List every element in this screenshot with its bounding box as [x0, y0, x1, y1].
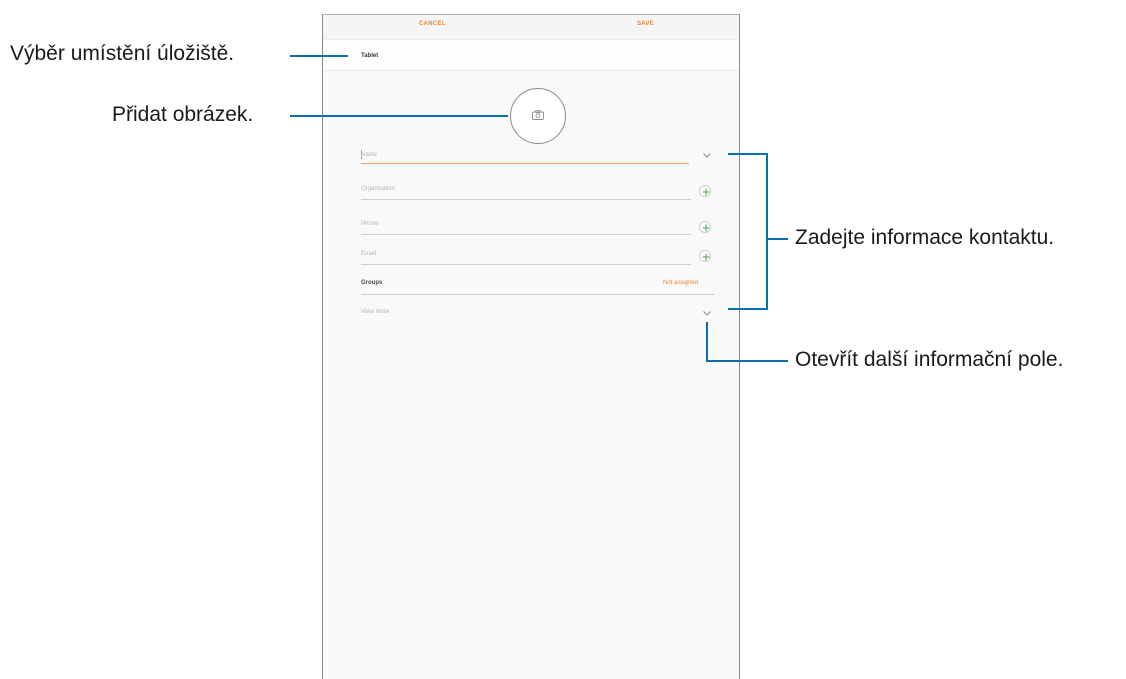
email-field[interactable]: Email [361, 251, 376, 257]
manual-figure: CANCEL SAVE Tablet Name Organisation Pho… [0, 0, 1126, 679]
cancel-button[interactable]: CANCEL [419, 21, 446, 27]
callout-more-vertical [706, 322, 708, 362]
phone-field-underline [361, 234, 691, 235]
callout-add-picture: Přidat obrázek. [112, 103, 254, 126]
callout-bracket-bottom [728, 308, 768, 310]
organisation-field[interactable]: Organisation [361, 186, 395, 192]
callout-bracket-vertical [766, 153, 768, 310]
chevron-down-icon[interactable] [703, 311, 711, 316]
callout-more-line [706, 360, 788, 362]
groups-label: Groups [361, 280, 383, 286]
callout-contact-info: Zadejte informace kontaktu. [795, 226, 1055, 249]
plus-icon [702, 188, 710, 196]
storage-location-label: Tablet [361, 53, 379, 59]
add-contact-screen: CANCEL SAVE Tablet Name Organisation Pho… [322, 14, 740, 679]
action-bar: CANCEL SAVE [323, 15, 739, 40]
callout-bracket-top [728, 153, 768, 155]
name-field[interactable]: Name [361, 152, 377, 158]
callout-picture-line [290, 115, 508, 117]
email-field-underline [361, 264, 691, 265]
camera-icon [532, 110, 544, 120]
add-phone-button[interactable] [699, 221, 711, 233]
view-more-button[interactable]: View more [361, 309, 389, 315]
phone-field[interactable]: Phone [361, 221, 378, 227]
add-email-button[interactable] [699, 250, 711, 262]
callout-contact-line [766, 238, 788, 240]
storage-location-selector[interactable]: Tablet [323, 40, 739, 71]
callout-storage-line [290, 55, 348, 57]
save-button[interactable]: SAVE [637, 21, 654, 27]
organisation-field-underline [361, 199, 691, 200]
chevron-down-icon[interactable] [703, 153, 711, 158]
groups-value[interactable]: Not assigned [663, 280, 698, 286]
plus-icon [702, 224, 710, 232]
callout-storage-location: Výběr umístění úložiště. [10, 42, 235, 65]
name-field-underline [361, 163, 689, 164]
add-organisation-button[interactable] [699, 185, 711, 197]
callout-more-fields: Otevřít další informační pole. [795, 348, 1064, 371]
add-picture-button[interactable] [510, 88, 566, 144]
groups-divider [361, 294, 715, 295]
plus-icon [702, 253, 710, 261]
